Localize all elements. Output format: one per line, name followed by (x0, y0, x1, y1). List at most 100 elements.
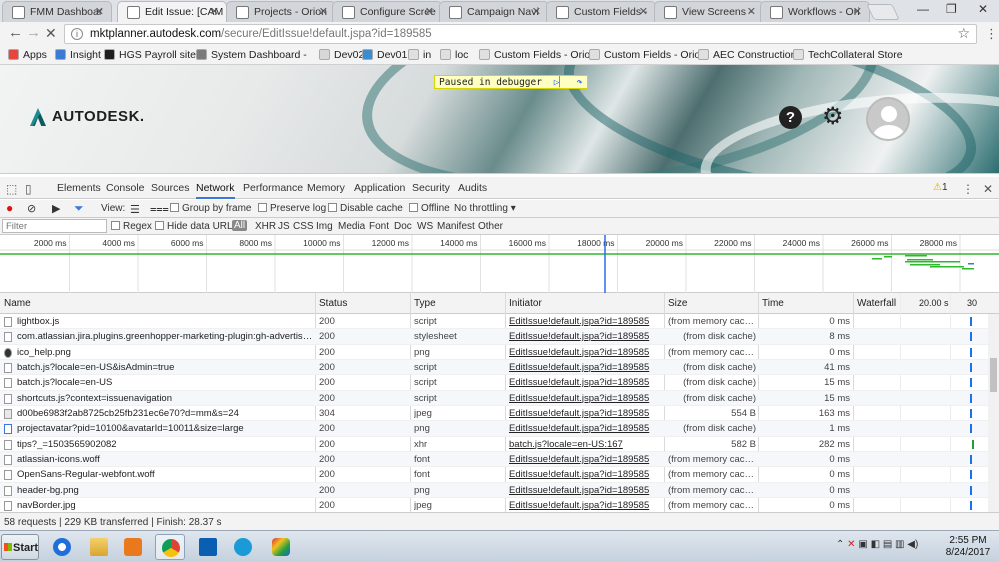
close-tab-icon[interactable]: ✕ (639, 5, 648, 18)
request-initiator-link[interactable]: EditIssue!default.jspa?id=189585 (509, 408, 664, 419)
request-initiator-link[interactable]: EditIssue!default.jspa?id=189585 (509, 454, 664, 465)
table-row[interactable]: ico_help.png 200 png EditIssue!default.jspa… (0, 345, 988, 361)
column-header-type[interactable]: Type (414, 298, 436, 309)
request-initiator-link[interactable]: EditIssue!default.jspa?id=189585 (509, 423, 664, 434)
tray-app-icon[interactable]: ▣ (858, 539, 867, 550)
filter-type-other[interactable]: Other (478, 221, 503, 232)
taskbar-ie[interactable] (47, 534, 77, 560)
throttling-select[interactable]: No throttling ▾ (454, 203, 516, 214)
disable-cache-checkbox[interactable]: Disable cache (328, 203, 403, 214)
taskbar-media-player[interactable] (118, 534, 148, 560)
devtools-tab-security[interactable]: Security (412, 182, 450, 194)
table-row[interactable]: batch.js?locale=en-US&isAdmin=true 200 scr… (0, 360, 988, 376)
bookmark-item[interactable]: AEC Construction (698, 49, 796, 61)
column-header-initiator[interactable]: Initiator (509, 298, 542, 309)
filter-input[interactable] (2, 219, 107, 233)
volume-icon[interactable]: ◀) (907, 539, 918, 550)
preserve-log-checkbox[interactable]: Preserve log (258, 203, 326, 214)
table-row[interactable]: lightbox.js 200 script EditIssue!default.js… (0, 314, 988, 330)
bookmark-item[interactable]: Custom Fields - Orio (479, 49, 590, 61)
table-row[interactable]: d00be6983f2ab8725cb25fb231ec6e70?d=mm&s=… (0, 406, 988, 422)
column-header-size[interactable]: Size (668, 298, 687, 309)
taskbar-paint[interactable] (266, 534, 296, 560)
bookmark-item[interactable]: TechCollateral Store (793, 49, 903, 61)
close-tab-icon[interactable]: ✕ (853, 5, 862, 18)
table-row[interactable]: batch.js?locale=en-US 200 script EditIssue!… (0, 375, 988, 391)
devtools-tab-audits[interactable]: Audits (458, 182, 487, 194)
filter-type-media[interactable]: Media (338, 221, 365, 232)
start-button[interactable]: Start (1, 534, 39, 560)
site-info-icon[interactable]: i (71, 28, 83, 40)
browser-tab[interactable]: Workflows - Ori ✕ (760, 1, 870, 22)
bookmark-item[interactable]: Apps (8, 49, 47, 61)
browser-tab[interactable]: View Screens - ✕ (654, 1, 764, 22)
browser-tab[interactable]: Campaign Navi ✕ (439, 1, 549, 22)
step-over-icon[interactable]: ↷ (577, 77, 583, 88)
bookmark-item[interactable]: Insight (55, 49, 101, 61)
devtools-tab-performance[interactable]: Performance (243, 182, 303, 194)
request-initiator-link[interactable]: EditIssue!default.jspa?id=189585 (509, 469, 664, 480)
devtools-tab-application[interactable]: Application (354, 182, 405, 194)
filter-type-js[interactable]: JS (278, 221, 290, 232)
devtools-tab-elements[interactable]: Elements (57, 182, 101, 194)
stop-icon[interactable]: ✕ (45, 25, 57, 41)
large-rows-icon[interactable]: ☰ (130, 203, 140, 216)
request-initiator-link[interactable]: EditIssue!default.jspa?id=189585 (509, 377, 664, 388)
filter-type-css[interactable]: CSS (293, 221, 314, 232)
request-initiator-link[interactable]: EditIssue!default.jspa?id=189585 (509, 485, 664, 496)
maximize-icon[interactable]: ❐ (946, 2, 957, 16)
close-tab-icon[interactable]: ✕ (319, 5, 328, 18)
filter-type-xhr[interactable]: XHR (255, 221, 276, 232)
close-window-icon[interactable]: ✕ (978, 2, 988, 16)
devtools-tab-network[interactable]: Network (196, 182, 235, 199)
requests-scrollbar[interactable] (988, 314, 999, 512)
browser-tab[interactable]: Edit Issue: [CAM ✕ (117, 1, 227, 22)
bookmark-item[interactable]: Dev01 (362, 49, 407, 61)
browser-tab[interactable]: Projects - Orion ✕ (226, 1, 336, 22)
request-initiator-link[interactable]: EditIssue!default.jspa?id=189585 (509, 362, 664, 373)
taskbar-clock[interactable]: 2:55 PM 8/24/2017 (940, 535, 996, 559)
table-row[interactable]: tips?_=1503565902082 200 xhr batch.js?local… (0, 437, 988, 453)
tray-app-icon[interactable]: ▤ (883, 539, 892, 550)
column-header-time[interactable]: Time (762, 298, 784, 309)
table-row[interactable]: header-bg.png 200 png EditIssue!default.jsp… (0, 482, 988, 499)
back-icon[interactable]: ← (8, 25, 23, 41)
table-row[interactable]: navBorder.jpg 200 jpeg EditIssue!default.js… (0, 498, 988, 512)
column-header-waterfall[interactable]: Waterfall (857, 298, 896, 309)
offline-checkbox[interactable]: Offline (409, 203, 450, 214)
close-tab-icon[interactable]: ✕ (210, 5, 219, 18)
table-row[interactable]: atlassian-icons.woff 200 font EditIssue!def… (0, 452, 988, 468)
capture-screenshots-icon[interactable]: ▶ (52, 202, 60, 215)
filter-type-manifest[interactable]: Manifest (437, 221, 475, 232)
filter-type-all[interactable]: All (232, 220, 248, 231)
table-row[interactable]: OpenSans-Regular-webfont.woff 200 font Edit… (0, 467, 988, 483)
bookmark-item[interactable]: in (408, 49, 431, 61)
bookmark-item[interactable]: Dev02 (319, 49, 364, 61)
show-hidden-icons-icon[interactable]: ⌃ (836, 539, 844, 550)
column-header-status[interactable]: Status (319, 298, 347, 309)
column-header-name[interactable]: Name (4, 298, 31, 309)
network-overview-timeline[interactable]: 2000 ms 4000 ms 6000 ms 8000 ms 10000 ms 1200… (0, 235, 999, 293)
taskbar-explorer[interactable] (84, 534, 114, 560)
autodesk-logo[interactable]: AUTODESK. (30, 108, 145, 126)
warning-icon[interactable]: ⚠1 (933, 182, 948, 193)
resume-icon[interactable]: ▷▏ (554, 77, 565, 88)
group-by-frame-checkbox[interactable]: Group by frame (170, 203, 251, 214)
table-row[interactable]: shortcuts.js?context=issuenavigation 200 s… (0, 390, 988, 407)
devtools-tab-sources[interactable]: Sources (151, 182, 190, 194)
avatar[interactable] (866, 97, 910, 141)
bookmark-item[interactable]: System Dashboard - (196, 49, 307, 61)
tray-app-icon[interactable]: ◧ (871, 539, 880, 550)
record-icon[interactable]: ● (6, 202, 13, 214)
network-icon[interactable]: ▥ (895, 539, 904, 550)
scrollbar-thumb[interactable] (990, 358, 997, 392)
filter-type-ws[interactable]: WS (417, 221, 433, 232)
filter-type-doc[interactable]: Doc (394, 221, 412, 232)
filter-type-font[interactable]: Font (369, 221, 389, 232)
devtools-tab-memory[interactable]: Memory (307, 182, 345, 194)
device-toolbar-icon[interactable]: ▯ (25, 182, 32, 196)
regex-checkbox[interactable]: Regex (111, 221, 152, 232)
forward-icon[interactable]: → (26, 25, 41, 41)
bookmark-item[interactable]: loc (440, 49, 468, 61)
hide-data-urls-checkbox[interactable]: Hide data URLs (155, 221, 238, 232)
